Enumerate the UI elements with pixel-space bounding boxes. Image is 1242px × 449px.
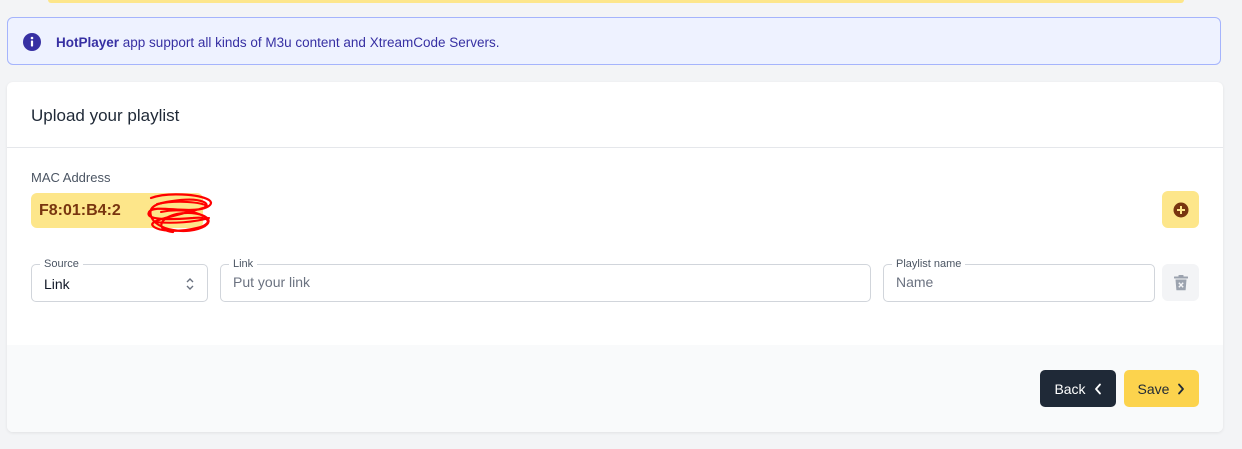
mac-address-label: MAC Address	[31, 170, 111, 185]
trash-icon	[1173, 274, 1188, 290]
playlist-name-input[interactable]	[896, 274, 1112, 290]
card-divider	[7, 147, 1223, 148]
back-button[interactable]: Back	[1040, 370, 1116, 407]
info-banner-text: HotPlayer app support all kinds of M3u c…	[56, 34, 500, 52]
chevron-right-icon	[1178, 383, 1185, 394]
save-button[interactable]: Save	[1124, 370, 1199, 407]
link-field: Link	[220, 257, 871, 302]
top-warning-strip	[48, 0, 1184, 3]
redaction-scribble	[147, 193, 213, 234]
chevron-left-icon	[1094, 383, 1101, 394]
plus-circle-icon	[1173, 202, 1188, 217]
info-circle-icon	[23, 33, 41, 51]
info-banner: HotPlayer app support all kinds of M3u c…	[7, 17, 1221, 65]
back-button-label: Back	[1054, 380, 1086, 397]
select-arrows-icon	[186, 278, 194, 290]
card-footer: Back Save	[7, 345, 1223, 432]
playlist-name-label: Playlist name	[892, 257, 966, 271]
source-value: Link	[44, 276, 70, 292]
link-input[interactable]	[233, 274, 753, 290]
delete-playlist-button[interactable]	[1162, 264, 1199, 301]
upload-playlist-card: Upload your playlist MAC Address F8:01:B…	[7, 82, 1223, 432]
add-playlist-button[interactable]	[1162, 191, 1199, 228]
source-select[interactable]: Source Link	[31, 257, 208, 302]
card-title: Upload your playlist	[31, 106, 180, 125]
info-banner-message: app support all kinds of M3u content and…	[119, 35, 500, 50]
link-label: Link	[229, 257, 258, 271]
save-button-label: Save	[1137, 380, 1170, 397]
source-label: Source	[40, 257, 83, 271]
playlist-name-field: Playlist name	[883, 257, 1155, 302]
brand-name: HotPlayer	[56, 35, 120, 50]
